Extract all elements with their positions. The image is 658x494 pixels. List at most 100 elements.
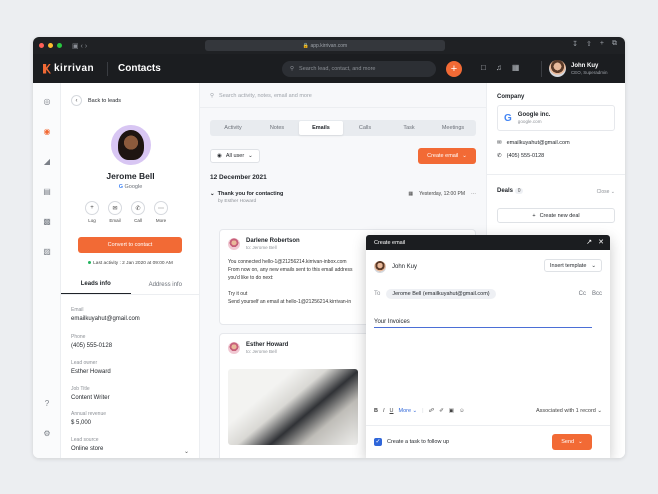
recipient-chip[interactable]: Jerome Bell (emailkuyahut@gmail.com): [386, 289, 496, 299]
emoji-icon[interactable]: ☺: [459, 408, 465, 414]
tab-emails[interactable]: Emails: [299, 121, 343, 135]
cc-button[interactable]: Cc: [579, 291, 586, 297]
activity-search-input[interactable]: ⚲ Search activity, notes, email and more: [210, 93, 312, 99]
image-icon[interactable]: ▣: [449, 408, 454, 414]
browser-nav-icons[interactable]: ▣ ‹ ›: [72, 42, 87, 50]
chevron-down-icon[interactable]: ⌄: [184, 448, 189, 455]
tab-calls[interactable]: Calls: [343, 121, 387, 135]
report-icon[interactable]: ▨: [42, 247, 52, 257]
share-icon[interactable]: ⇧: [586, 40, 592, 48]
italic-icon[interactable]: I: [383, 408, 385, 414]
expand-icon[interactable]: ↗: [586, 238, 592, 246]
follow-up-checkbox[interactable]: ✓: [374, 438, 382, 446]
users-icon: ◉: [217, 153, 222, 159]
user-filter-dropdown[interactable]: ◉ All user ⌄: [210, 149, 260, 163]
chevron-down-icon: ⌄: [248, 153, 253, 159]
browser-actions[interactable]: ↧ ⇧ + ⧉: [572, 40, 617, 48]
plus-icon: +: [85, 201, 99, 215]
underline-icon[interactable]: U: [390, 408, 394, 414]
tab-leads-info[interactable]: Leads info: [61, 275, 131, 294]
field-value: $ 5,000: [71, 420, 92, 426]
field-job-title: Job Title Content Writer: [71, 386, 110, 401]
convert-to-contact-button[interactable]: Convert to contact: [78, 237, 182, 253]
new-tab-icon[interactable]: +: [600, 40, 604, 48]
company-phone: ✆ (405) 555-0128: [497, 153, 544, 159]
field-label: Lead source: [71, 437, 99, 443]
minimize-dot[interactable]: [48, 43, 53, 48]
lock-icon: 🔒: [302, 42, 311, 49]
send-button[interactable]: Send ⌄: [552, 434, 592, 450]
global-search-input[interactable]: ⚲ Search lead, contact, and more: [282, 61, 436, 77]
chat-icon[interactable]: □: [481, 63, 486, 72]
insert-template-dropdown[interactable]: Insert template ⌄: [544, 259, 602, 272]
ellipsis-icon[interactable]: ⋯: [471, 191, 476, 197]
maximize-dot[interactable]: [57, 43, 62, 48]
company-phone-text: (405) 555-0128: [506, 153, 545, 159]
phone-icon: ✆: [497, 153, 502, 159]
lead-company: G Google: [61, 184, 200, 190]
deals-title: Deals: [497, 188, 514, 194]
tab-meetings[interactable]: Meetings: [431, 121, 475, 135]
email-action[interactable]: ✉ Email: [108, 201, 122, 223]
chevron-down-icon: ⌄: [610, 189, 615, 195]
page-title: Contacts: [118, 63, 161, 74]
user-menu[interactable]: John Kuy CEO, Superadmin: [549, 60, 608, 77]
field-annual-revenue: Annual revenue $ 5,000: [71, 411, 106, 426]
briefcase-icon[interactable]: ▩: [42, 217, 52, 227]
add-button[interactable]: +: [446, 61, 462, 77]
log-action[interactable]: + Log: [85, 201, 99, 223]
more-format-button[interactable]: More ⌄: [399, 408, 418, 414]
calendar-icon: ▦: [408, 191, 414, 197]
dashboard-icon[interactable]: ◎: [42, 97, 52, 107]
sender-name: Esther Howard: [246, 342, 289, 348]
contacts-icon[interactable]: ◉: [42, 127, 52, 137]
calendar-icon[interactable]: ▦: [512, 63, 520, 72]
field-label: Email: [71, 307, 84, 313]
close-dot[interactable]: [39, 43, 44, 48]
chevron-down-icon[interactable]: ⌄: [210, 191, 215, 197]
subject-input[interactable]: Your Invoices: [374, 316, 592, 328]
close-deals-toggle[interactable]: Close ⌄: [597, 189, 615, 195]
logo[interactable]: kirrivan: [43, 63, 103, 74]
to-row[interactable]: To Jerome Bell (emailkuyahut@gmail.com) …: [374, 289, 602, 299]
tabs-icon[interactable]: ⧉: [612, 40, 617, 48]
associated-records-dropdown[interactable]: Associated with 1 record ⌄: [536, 408, 602, 414]
more-action[interactable]: ⋯ More: [154, 201, 168, 223]
settings-icon[interactable]: ⚙: [42, 429, 52, 439]
download-icon[interactable]: ↧: [572, 40, 578, 48]
thread-author: by Esther Howard: [218, 199, 257, 204]
compose-email-dialog: Create email ↗ ✕ John Kuy Insert template ⌄…: [366, 235, 610, 458]
insert-template-label: Insert template: [550, 262, 587, 269]
create-email-button[interactable]: Create email ⌄: [418, 148, 476, 164]
tab-activity[interactable]: Activity: [211, 121, 255, 135]
help-icon[interactable]: ?: [42, 399, 52, 409]
call-action[interactable]: ✆ Call: [131, 201, 145, 223]
field-value: Esther Howard: [71, 369, 111, 375]
tab-task[interactable]: Task: [387, 121, 431, 135]
bcc-button[interactable]: Bcc: [592, 291, 602, 297]
company-email-text: emailkuyahut@gmail.com: [506, 140, 570, 146]
close-icon[interactable]: ✕: [598, 238, 604, 246]
url-bar[interactable]: 🔒 app.kirrivan.com: [205, 40, 445, 51]
logo-mark-icon: [43, 63, 51, 74]
bold-icon[interactable]: B: [374, 408, 378, 414]
email-thread[interactable]: ⌄ Thank you for contacting by Esther How…: [210, 191, 476, 204]
plus-icon: +: [532, 212, 536, 219]
back-to-leads-button[interactable]: ‹ Back to leads: [71, 95, 121, 106]
attach-icon[interactable]: ✐: [439, 408, 444, 414]
company-url: google.com: [517, 119, 542, 124]
company-card[interactable]: G Google inc. google.com: [497, 105, 615, 131]
tab-notes[interactable]: Notes: [255, 121, 299, 135]
deals-count-badge: 0: [514, 188, 524, 194]
card-icon[interactable]: ▤: [42, 187, 52, 197]
url-text: app.kirrivan.com: [310, 42, 348, 49]
tab-address-info[interactable]: Address info: [131, 275, 201, 294]
sender-name: Darlene Robertson: [246, 238, 300, 244]
field-email: Email emailkuyahut@gmail.com: [71, 307, 140, 322]
status-dot-icon: [88, 261, 92, 265]
bell-icon[interactable]: ♫: [496, 63, 502, 72]
link-icon[interactable]: ☍: [429, 408, 435, 414]
create-new-deal-button[interactable]: + Create new deal: [497, 208, 615, 223]
email-attachment-image[interactable]: [228, 369, 358, 445]
megaphone-icon[interactable]: ◢: [42, 157, 52, 167]
